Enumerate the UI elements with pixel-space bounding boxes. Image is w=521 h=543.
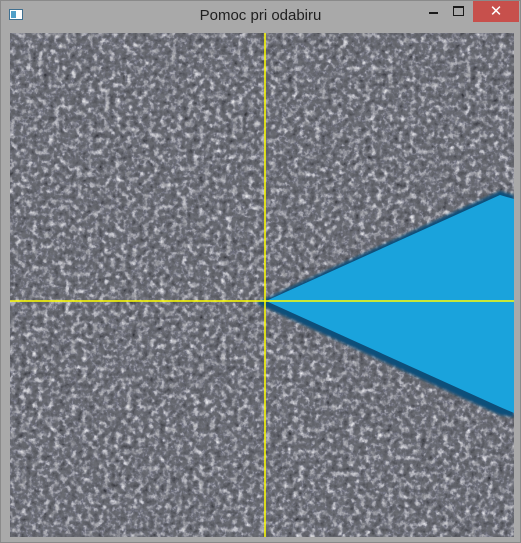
picker-window: Pomoc pri odabiru ✕ <box>0 0 521 543</box>
zoom-image-view[interactable] <box>10 33 514 537</box>
maximize-button[interactable] <box>446 1 471 22</box>
close-icon: ✕ <box>489 2 503 20</box>
minimize-button[interactable] <box>420 1 446 22</box>
title-bar[interactable]: Pomoc pri odabiru ✕ <box>1 1 520 31</box>
close-button[interactable]: ✕ <box>473 1 519 22</box>
zoom-image <box>10 33 514 537</box>
